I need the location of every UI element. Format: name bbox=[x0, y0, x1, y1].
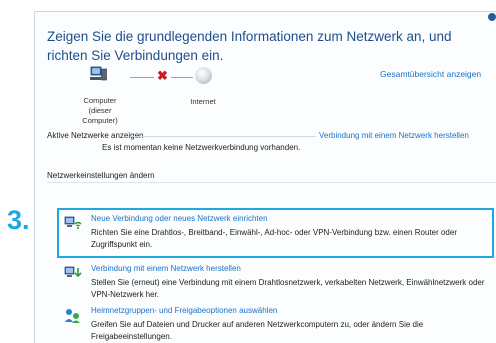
internet-label: Internet bbox=[190, 97, 216, 106]
computer-label: Computer (dieser Computer) bbox=[70, 96, 130, 126]
connect-network-link[interactable]: Verbindung mit einem Netzwerk herstellen bbox=[91, 264, 241, 273]
connection-status-text: Es ist momentan keine Netzwerkverbindung… bbox=[102, 143, 301, 152]
connect-network-link-top[interactable]: Verbindung mit einem Netzwerk herstellen bbox=[319, 131, 469, 140]
connect-network-icon bbox=[64, 265, 82, 281]
settings-divider bbox=[47, 182, 496, 183]
computer-label-line2: (dieser Computer) bbox=[82, 106, 118, 125]
map-line-left bbox=[130, 77, 154, 78]
overview-link[interactable]: Gesamtübersicht anzeigen bbox=[380, 69, 481, 79]
active-networks-divider bbox=[130, 136, 316, 137]
homegroup-description: Greifen Sie auf Dateien und Drucker auf … bbox=[91, 320, 424, 341]
step-highlight-box bbox=[57, 208, 494, 258]
internet-globe-icon bbox=[195, 67, 212, 84]
map-line-right bbox=[171, 77, 193, 78]
page-title: Zeigen Sie die grundlegenden Information… bbox=[47, 29, 452, 63]
connect-network-description: Stellen Sie (erneut) eine Verbindung mit… bbox=[91, 278, 485, 299]
step-number-label: 3. bbox=[7, 205, 30, 235]
settings-heading: Netzwerkeinstellungen ändern bbox=[47, 171, 155, 180]
window-corner-dot bbox=[488, 13, 496, 21]
homegroup-icon bbox=[64, 307, 82, 323]
computer-icon bbox=[90, 66, 108, 82]
disconnected-x-icon[interactable]: ✖ bbox=[157, 68, 168, 84]
computer-label-line1: Computer bbox=[83, 96, 117, 105]
homegroup-link[interactable]: Heimnetzgruppen- und Freigabeoptionen au… bbox=[91, 306, 277, 315]
